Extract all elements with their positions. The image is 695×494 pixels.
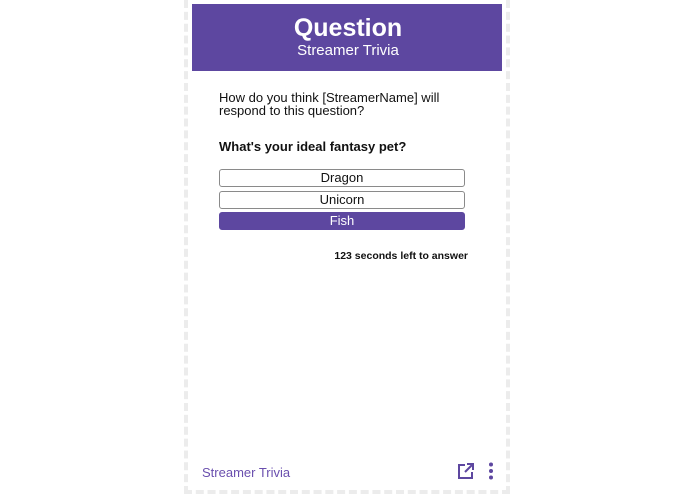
extension-panel: Question Streamer Trivia How do you thin… — [192, 4, 502, 487]
more-vertical-icon[interactable] — [486, 461, 496, 481]
countdown-timer: 123 seconds left to answer — [334, 250, 468, 262]
page-subtitle: Streamer Trivia — [297, 42, 399, 59]
answer-option-dragon[interactable]: Dragon — [219, 169, 465, 187]
footer-label: Streamer Trivia — [202, 465, 291, 480]
header: Question Streamer Trivia — [192, 4, 502, 71]
answer-option-unicorn[interactable]: Unicorn — [219, 190, 465, 209]
question-prompt: How do you think [StreamerName] will res… — [219, 90, 440, 118]
question-text: What's your ideal fantasy pet? — [219, 139, 407, 154]
answer-list: Dragon Unicorn Fish — [219, 169, 465, 234]
external-link-icon[interactable] — [456, 461, 476, 481]
answer-option-fish[interactable]: Fish — [219, 212, 465, 230]
extension-frame: Question Streamer Trivia How do you thin… — [184, 0, 510, 494]
page-title: Question — [293, 14, 403, 42]
